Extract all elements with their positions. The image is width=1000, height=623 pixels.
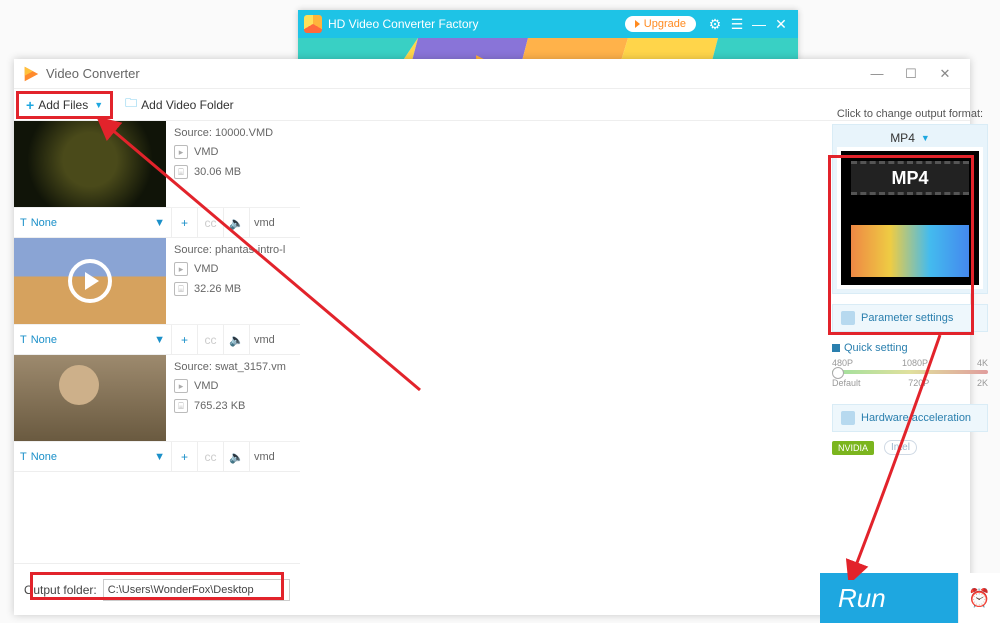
output-panel: Click to change output format: MP4 ▼ MP4 …	[832, 108, 988, 613]
subtitle-selector[interactable]: TNone▼	[14, 442, 172, 471]
upgrade-button[interactable]: Upgrade	[625, 16, 696, 32]
add-subtitle-button[interactable]: +	[172, 325, 198, 354]
chip-icon	[841, 411, 855, 425]
file-size: 765.23 KB	[194, 400, 245, 412]
subtitle-selector[interactable]: TNone▼	[14, 325, 172, 354]
main-title: HD Video Converter Factory	[328, 17, 625, 31]
converter-logo-icon	[22, 65, 40, 83]
sliders-icon	[841, 311, 855, 325]
parameter-settings-button[interactable]: Parameter settings	[832, 304, 988, 332]
add-files-label: Add Files	[38, 98, 88, 112]
minimize-icon[interactable]: —	[748, 13, 770, 35]
quick-setting-block: Quick setting 480P1080P4K Default720P2K	[832, 342, 988, 388]
add-subtitle-button[interactable]: +	[172, 442, 198, 471]
schedule-clock-button[interactable]: ⏰	[958, 573, 1000, 623]
file-list: Source: 10000.VMD ▸VMD ⌸30.06 MB TNone▼ …	[14, 121, 300, 563]
text-icon: T	[20, 451, 27, 463]
quick-setting-label: Quick setting	[832, 342, 988, 354]
converter-title: Video Converter	[46, 66, 140, 81]
file-size: 30.06 MB	[194, 166, 241, 178]
play-icon	[68, 259, 112, 303]
nvidia-badge: NVIDIA	[832, 441, 874, 455]
maximize-button[interactable]: ☐	[894, 62, 928, 86]
file-item: Source: phantas-intro-l ▸ VMD ⌸ 32.26 MB T…	[14, 238, 300, 355]
source-label: Source: 10000.VMD	[174, 127, 294, 139]
subtitle-selector[interactable]: TNone▼	[14, 208, 172, 237]
app-logo-icon	[304, 15, 322, 33]
menu-list-icon[interactable]: ☰	[726, 13, 748, 35]
converter-window: Video Converter — ☐ ✕ + Add Files ▼ 🗀 Ad…	[14, 59, 970, 615]
chevron-down-icon: ▼	[154, 334, 165, 346]
file-format: VMD	[194, 263, 218, 275]
file-format: VMD	[194, 146, 218, 158]
chevron-down-icon: ▼	[154, 451, 165, 463]
format-icon: ▸	[174, 262, 188, 276]
source-label: Source: swat_3157.vm	[174, 361, 294, 373]
output-footer: Output folder: C:\Users\WonderFox\Deskto…	[14, 563, 300, 615]
run-button[interactable]: Run	[820, 573, 958, 623]
converter-titlebar: Video Converter — ☐ ✕	[14, 59, 970, 89]
hardware-acceleration-button[interactable]: Hardware acceleration	[832, 404, 988, 432]
cc-button[interactable]: cc	[198, 325, 224, 354]
output-format-card[interactable]: MP4 ▼ MP4	[832, 124, 988, 294]
file-size: 32.26 MB	[194, 283, 241, 295]
add-video-folder-button[interactable]: 🗀 Add Video Folder	[117, 90, 242, 119]
add-files-button[interactable]: + Add Files ▼	[18, 93, 111, 117]
format-icon: ▸	[174, 379, 188, 393]
storage-icon: ⌸	[174, 282, 188, 296]
storage-icon: ⌸	[174, 399, 188, 413]
audio-icon[interactable]: 🔈	[224, 325, 250, 354]
video-thumbnail[interactable]	[14, 355, 166, 441]
file-item: Source: swat_3157.vm ▸ VMD ⌸ 765.23 KB TNo…	[14, 355, 300, 472]
intel-badge: Intel	[884, 440, 917, 455]
audio-track-label[interactable]: vmd	[250, 334, 300, 346]
format-thumbnail: MP4	[837, 147, 983, 289]
cc-button[interactable]: cc	[198, 442, 224, 471]
source-label: Source: phantas-intro-l	[174, 244, 294, 256]
chevron-down-icon: ▼	[154, 217, 165, 229]
close-button[interactable]: ✕	[928, 62, 962, 86]
folder-icon: 🗀	[125, 94, 137, 115]
run-bar: Run ⏰	[820, 573, 1000, 623]
file-item: Source: 10000.VMD ▸VMD ⌸30.06 MB TNone▼ …	[14, 121, 300, 238]
main-titlebar: HD Video Converter Factory Upgrade ⚙ ☰ —…	[298, 10, 798, 38]
chevron-down-icon: ▼	[921, 133, 930, 143]
plus-icon: +	[26, 97, 34, 113]
file-format: VMD	[194, 380, 218, 392]
mp4-badge: MP4	[851, 161, 969, 195]
settings-gear-icon[interactable]: ⚙	[704, 13, 726, 35]
storage-icon: ⌸	[174, 165, 188, 179]
text-icon: T	[20, 334, 27, 346]
resolution-slider[interactable]	[832, 370, 988, 374]
audio-track-label[interactable]: vmd	[250, 217, 300, 229]
video-thumbnail[interactable]	[14, 121, 166, 207]
add-folder-label: Add Video Folder	[141, 98, 234, 112]
change-format-label: Click to change output format:	[832, 108, 988, 120]
close-icon[interactable]: ✕	[770, 13, 792, 35]
converter-toolbar: + Add Files ▼ 🗀 Add Video Folder	[14, 89, 970, 121]
minimize-button[interactable]: —	[860, 62, 894, 86]
video-thumbnail[interactable]	[14, 238, 166, 324]
audio-track-label[interactable]: vmd	[250, 451, 300, 463]
cc-button[interactable]: cc	[198, 208, 224, 237]
text-icon: T	[20, 217, 27, 229]
audio-icon[interactable]: 🔈	[224, 442, 250, 471]
output-folder-label: Output folder:	[24, 583, 97, 597]
format-icon: ▸	[174, 145, 188, 159]
chevron-down-icon: ▼	[94, 100, 103, 110]
output-path-field[interactable]: C:\Users\WonderFox\Desktop	[103, 579, 290, 601]
add-subtitle-button[interactable]: +	[172, 208, 198, 237]
output-format-name: MP4	[890, 131, 915, 145]
audio-icon[interactable]: 🔈	[224, 208, 250, 237]
format-preview-image	[851, 225, 969, 277]
